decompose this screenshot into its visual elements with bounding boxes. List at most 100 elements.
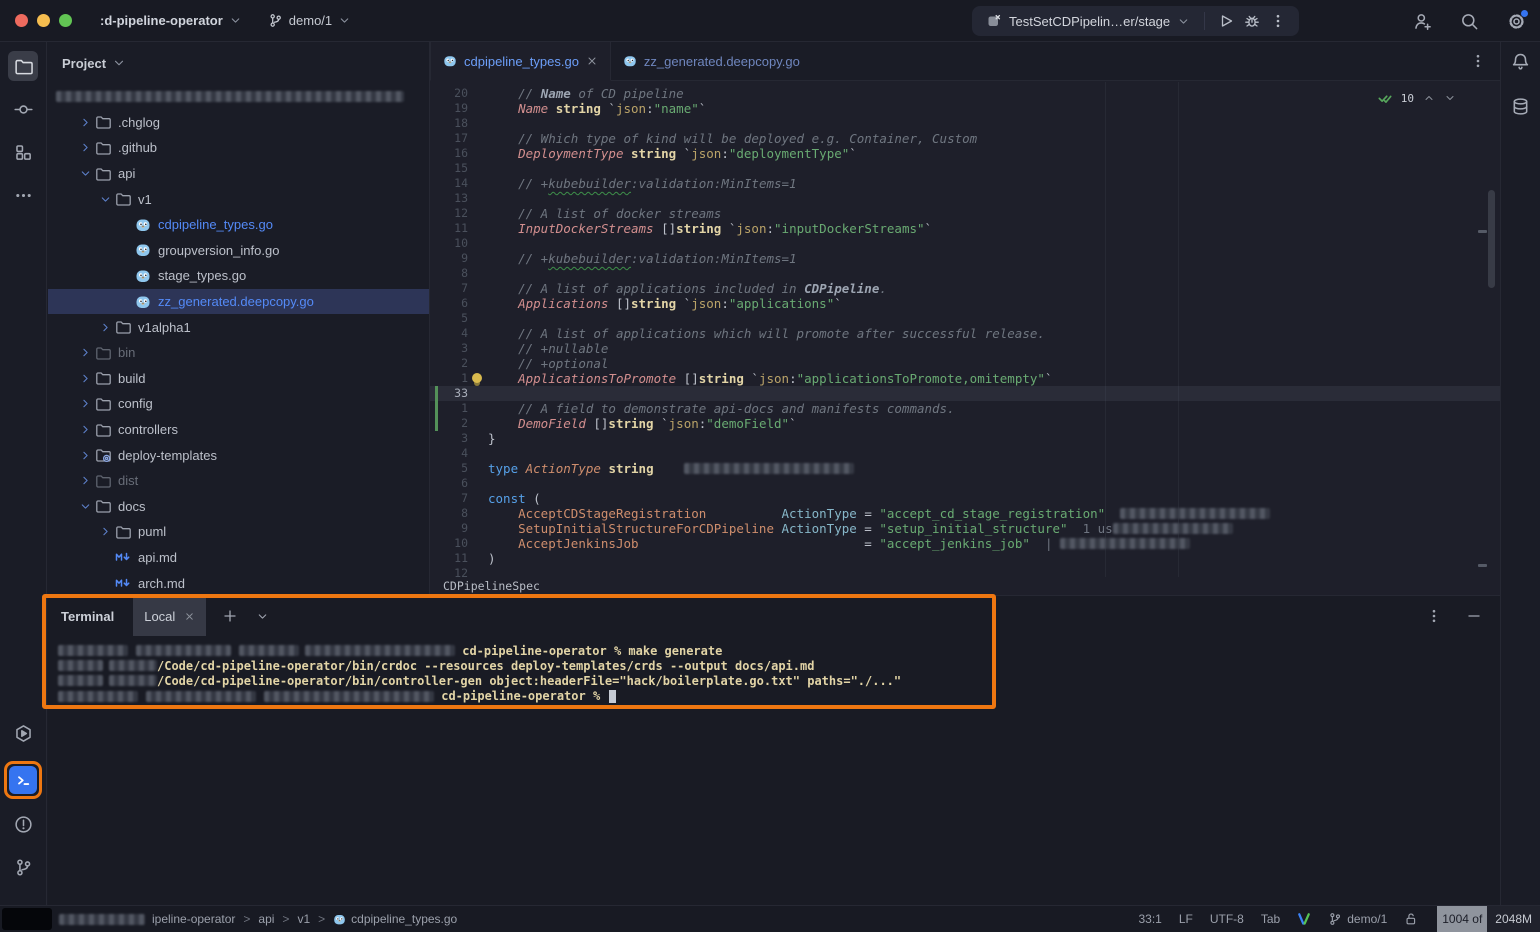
tree-item-v1[interactable]: v1 bbox=[48, 186, 429, 212]
tree-item-.chglog[interactable]: .chglog bbox=[48, 110, 429, 136]
activity-bar bbox=[0, 42, 47, 905]
terminal-output[interactable]: cd-pipeline-operator % make generate/Cod… bbox=[48, 636, 1500, 704]
breadcrumb-item[interactable]: api bbox=[258, 912, 274, 926]
window-zoom-button[interactable] bbox=[59, 14, 72, 27]
indent-widget[interactable]: Tab bbox=[1261, 912, 1280, 926]
run-button[interactable] bbox=[1213, 8, 1239, 34]
tree-item-arch.md[interactable]: arch.md bbox=[48, 570, 429, 595]
tool-terminal-button[interactable] bbox=[9, 766, 37, 794]
tree-item-stage_types.go[interactable]: stage_types.go bbox=[48, 263, 429, 289]
commit-icon bbox=[14, 100, 33, 119]
tool-commit-button[interactable] bbox=[8, 94, 38, 124]
line-number: 7 bbox=[430, 281, 468, 296]
breadcrumb-item[interactable]: ipeline-operator bbox=[152, 912, 235, 926]
run-more-button[interactable] bbox=[1265, 8, 1291, 34]
window-minimize-button[interactable] bbox=[37, 14, 50, 27]
add-user-icon[interactable] bbox=[1413, 12, 1432, 31]
minimize-icon[interactable] bbox=[1466, 608, 1482, 624]
chevron-down-icon bbox=[112, 56, 126, 70]
editor-tab-bar: cdpipeline_types.go zz_generated.deepcop… bbox=[430, 42, 1500, 81]
tool-run-button[interactable] bbox=[8, 718, 38, 748]
tab-options-button[interactable] bbox=[1470, 42, 1486, 80]
redacted-text bbox=[305, 645, 455, 656]
caret-position-widget[interactable]: 33:1 bbox=[1138, 912, 1161, 926]
code-line: 6 bbox=[430, 476, 1500, 491]
tree-item-controllers[interactable]: controllers bbox=[48, 417, 429, 443]
line-separator-widget[interactable]: LF bbox=[1179, 912, 1193, 926]
debug-button[interactable] bbox=[1239, 8, 1265, 34]
chevron-right-icon bbox=[79, 372, 92, 385]
tab-cdpipeline-types[interactable]: cdpipeline_types.go bbox=[430, 42, 611, 81]
tree-item-cdpipeline_types.go[interactable]: cdpipeline_types.go bbox=[48, 212, 429, 238]
sticky-line[interactable]: CDPipelineSpec bbox=[430, 577, 1500, 595]
tree-item-deploy-templates[interactable]: deploy-templates bbox=[48, 442, 429, 468]
close-icon[interactable] bbox=[586, 55, 598, 67]
chevron-down-icon[interactable] bbox=[256, 610, 269, 623]
breadcrumb-file-name: cdpipeline_types.go bbox=[351, 912, 457, 926]
tool-more-button[interactable] bbox=[8, 180, 38, 210]
go-file-icon bbox=[135, 242, 151, 258]
tree-item-label: deploy-templates bbox=[118, 448, 217, 463]
notifications-bell-icon[interactable] bbox=[1511, 52, 1530, 71]
run-configuration-selector[interactable]: TestSetCDPipelin…er/stage bbox=[980, 13, 1196, 29]
new-terminal-icon[interactable] bbox=[222, 608, 238, 624]
code-line: 4 bbox=[430, 446, 1500, 461]
window-close-button[interactable] bbox=[15, 14, 28, 27]
next-problem-icon[interactable] bbox=[1444, 92, 1456, 104]
tool-structure-button[interactable] bbox=[8, 137, 38, 167]
project-panel-header[interactable]: Project bbox=[48, 42, 429, 84]
project-selector[interactable]: :d-pipeline-operator bbox=[100, 13, 242, 28]
right-tool-stripe bbox=[1500, 42, 1540, 905]
branch-selector[interactable]: demo/1 bbox=[268, 13, 351, 28]
folder-icon bbox=[95, 345, 111, 361]
tree-item-v1alpha1[interactable]: v1alpha1 bbox=[48, 314, 429, 340]
intention-bulb-icon[interactable] bbox=[472, 373, 482, 383]
line-number: 1 bbox=[430, 401, 468, 416]
go-file-icon bbox=[623, 54, 637, 68]
line-number: 2 bbox=[430, 356, 468, 371]
run-widget: TestSetCDPipelin…er/stage bbox=[972, 6, 1299, 36]
statusbar-branch-widget[interactable]: demo/1 bbox=[1328, 912, 1387, 926]
encoding-widget[interactable]: UTF-8 bbox=[1210, 912, 1244, 926]
problems-icon bbox=[14, 815, 33, 834]
tree-item-label: docs bbox=[118, 499, 145, 514]
editor-scrollbar[interactable] bbox=[1488, 190, 1495, 288]
tree-item-bin[interactable]: bin bbox=[48, 340, 429, 366]
tree-item-puml[interactable]: puml bbox=[48, 519, 429, 545]
inspections-widget[interactable]: 10 bbox=[1378, 91, 1456, 105]
tree-item-zz_generated.deepcopy.go[interactable]: zz_generated.deepcopy.go bbox=[48, 289, 429, 315]
unlock-icon[interactable] bbox=[1404, 912, 1418, 926]
code-editor[interactable]: 20 // Name of CD pipeline19 Name string … bbox=[430, 82, 1500, 577]
tree-item-label: build bbox=[118, 371, 145, 386]
tab-zz-generated-deepcopy[interactable]: zz_generated.deepcopy.go bbox=[611, 42, 812, 80]
breadcrumb-file[interactable]: cdpipeline_types.go bbox=[333, 912, 457, 926]
settings-button[interactable] bbox=[1507, 12, 1526, 31]
tool-project-button[interactable] bbox=[8, 51, 38, 81]
search-icon[interactable] bbox=[1460, 12, 1479, 31]
terminal-tab-local[interactable]: Local bbox=[133, 596, 206, 636]
code-line: 7 // A list of applications included in … bbox=[430, 281, 1500, 296]
tree-item-redacted[interactable] bbox=[48, 84, 429, 110]
tree-item-api[interactable]: api bbox=[48, 161, 429, 187]
tree-item-dist[interactable]: dist bbox=[48, 468, 429, 494]
memory-indicator[interactable]: 1004 of 2048M bbox=[1437, 906, 1540, 932]
prev-problem-icon[interactable] bbox=[1423, 92, 1435, 104]
more-vertical-icon[interactable] bbox=[1426, 608, 1442, 624]
line-number: 33 bbox=[430, 386, 468, 401]
tree-item-groupversion_info.go[interactable]: groupversion_info.go bbox=[48, 238, 429, 264]
database-icon[interactable] bbox=[1511, 97, 1530, 116]
code-line: 33 bbox=[430, 386, 1500, 401]
tool-problems-button[interactable] bbox=[8, 809, 38, 839]
redacted-text bbox=[684, 463, 854, 474]
tree-item-.github[interactable]: .github bbox=[48, 135, 429, 161]
go-file-icon bbox=[135, 268, 151, 284]
tree-item-api.md[interactable]: api.md bbox=[48, 545, 429, 571]
run-configuration-name: TestSetCDPipelin…er/stage bbox=[1009, 14, 1170, 29]
formatter-v-icon[interactable] bbox=[1297, 912, 1311, 926]
tool-git-button[interactable] bbox=[8, 852, 38, 882]
tree-item-build[interactable]: build bbox=[48, 366, 429, 392]
breadcrumb-item[interactable]: v1 bbox=[297, 912, 310, 926]
close-icon[interactable] bbox=[184, 611, 195, 622]
tree-item-docs[interactable]: docs bbox=[48, 494, 429, 520]
tree-item-config[interactable]: config bbox=[48, 391, 429, 417]
